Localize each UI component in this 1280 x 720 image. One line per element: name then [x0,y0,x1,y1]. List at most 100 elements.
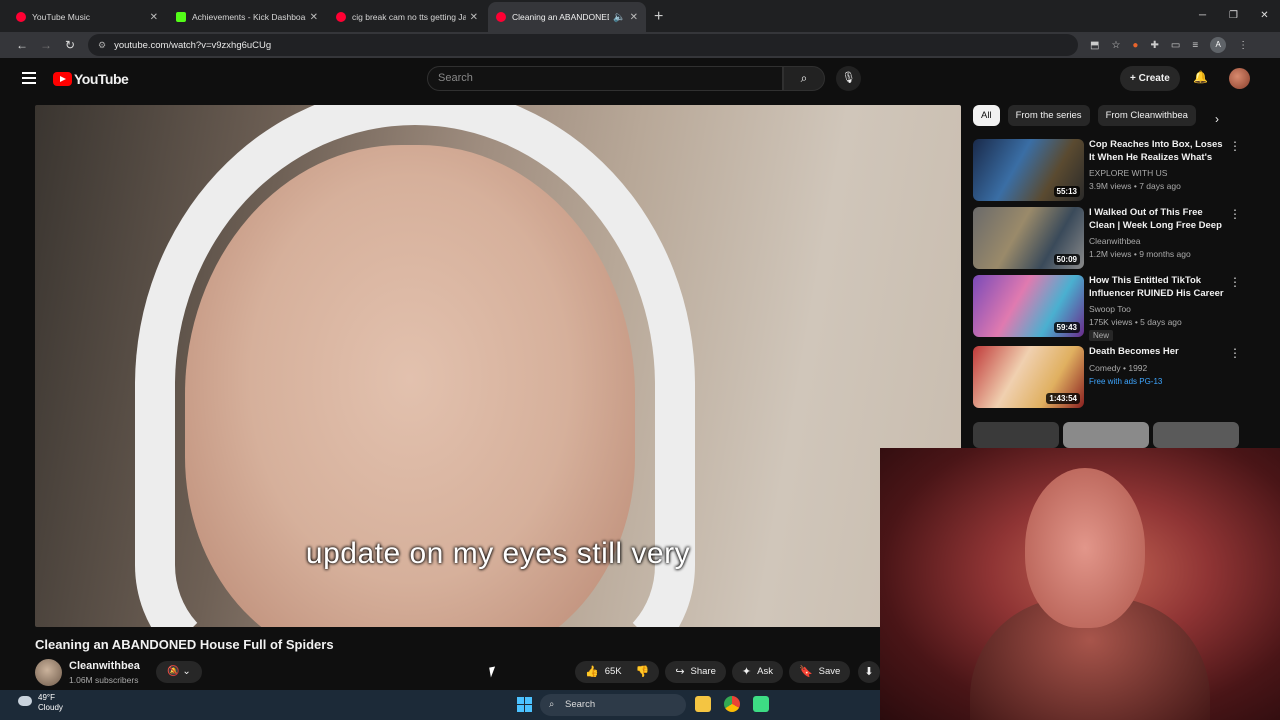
thumbs-up-icon: 👍 [585,666,599,678]
video-player[interactable]: update on my eyes still very [35,105,961,627]
more-options-icon[interactable]: ⋮ [1229,346,1241,360]
more-options-icon[interactable]: ⋮ [1229,207,1241,221]
recommendation-title: Cop Reaches Into Box, Loses It When He R… [1089,139,1223,165]
search-icon[interactable]: ⌕ [783,66,825,91]
new-badge: New [1089,330,1114,341]
file-explorer-icon[interactable] [695,696,711,712]
chip-from-series[interactable]: From the series [1007,105,1090,126]
save-label: Save [818,666,841,677]
movie-thumbnail[interactable]: 1:43:54 [973,346,1084,408]
subscription-bell-button[interactable]: 🔕 ⌄ [156,661,202,683]
create-label: Create [1138,73,1170,84]
browser-tab[interactable]: cig break cam no tts getting Ja ✕ [328,2,486,32]
chip-from-channel[interactable]: From Cleanwithbea [1097,105,1196,126]
weather-condition: Cloudy [38,703,63,712]
menu-icon[interactable] [22,72,36,87]
short-thumbnail[interactable] [1153,422,1239,448]
recommendation-channel: Cleanwithbea [1089,236,1141,246]
subscriber-count: 1.06M subscribers [69,675,139,685]
chrome-icon[interactable] [724,696,740,712]
url-text: youtube.com/watch?v=v9zxhg6uCUg [114,39,272,51]
channel-name[interactable]: Cleanwithbea [69,660,140,672]
extension-icon[interactable]: ● [1132,40,1138,51]
close-window-icon[interactable]: ✕ [1249,0,1280,32]
temperature: 49°F [38,693,55,702]
chip-all[interactable]: All [973,105,1000,126]
youtube-favicon-icon [336,12,346,22]
share-button[interactable]: ↪ Share [665,661,726,683]
webcam-person-face [1025,468,1145,628]
browser-tab[interactable]: YouTube Music ✕ [8,2,166,32]
thumbs-down-icon[interactable]: 👎 [636,661,650,683]
taskbar-search[interactable]: ⌕ Search [540,694,686,716]
maximize-icon[interactable]: ❐ [1218,0,1249,32]
more-options-icon[interactable]: ⋮ [1229,139,1241,153]
like-button[interactable]: 👍 65K 👎 [575,661,660,683]
tab-close-icon[interactable]: ✕ [310,12,318,23]
create-button[interactable]: + Create [1120,66,1180,91]
speaker-icon[interactable]: 🔈 [613,12,625,23]
recommendation-item[interactable]: 55:13 Cop Reaches Into Box, Loses It Whe… [973,139,1263,203]
more-options-icon[interactable]: ⋮ [1229,275,1241,289]
youtube-music-favicon-icon [16,12,26,22]
browser-tab-bar: YouTube Music ✕ Achievements - Kick Dash… [0,0,1280,32]
webcam-overlay [880,448,1280,720]
youtube-header: YouTube Search ⌕ 🎙 + Create 🔔 [0,58,1280,102]
kick-favicon-icon [176,12,186,22]
logo-text: YouTube [74,71,129,87]
extension-toolbar: ⬒ ☆ ● ✚ ▭ ≡ A ⋮ [1090,37,1248,53]
reload-icon[interactable]: ↻ [58,38,82,52]
forward-icon[interactable]: → [34,38,58,52]
install-app-icon[interactable]: ⬒ [1090,40,1099,51]
recommendation-item[interactable]: 1:43:54 Death Becomes Her Comedy • 1992 … [973,346,1263,410]
profile-avatar[interactable]: A [1210,37,1227,53]
search-input[interactable]: Search [427,66,783,91]
browser-tab[interactable]: Achievements - Kick Dashboard ✕ [168,2,326,32]
minimize-icon[interactable]: ─ [1187,0,1218,32]
back-icon[interactable]: ← [10,38,34,52]
url-input[interactable]: ⚙ youtube.com/watch?v=v9zxhg6uCUg [88,34,1078,56]
recommendation-item[interactable]: 59:43 How This Entitled TikTok Influence… [973,275,1263,341]
app-icon[interactable] [753,696,769,712]
search-icon: ⌕ [549,699,555,710]
like-count: 65K [604,666,622,677]
new-tab-icon[interactable]: + [654,8,663,26]
site-info-icon[interactable]: ⚙ [98,40,106,51]
recommendation-item[interactable]: 50:09 I Walked Out of This Free Clean | … [973,207,1263,271]
video-actions: 👍 65K 👎 ↪ Share ✦ Ask 🔖 Save [575,661,851,683]
browser-menu-icon[interactable]: ⋮ [1238,40,1248,51]
recommendation-channel: Comedy • 1992 [1089,363,1148,373]
video-thumbnail[interactable]: 55:13 [973,139,1084,201]
browser-tab-active[interactable]: Cleaning an ABANDONED 🔈 ✕ [488,2,646,32]
video-thumbnail[interactable]: 50:09 [973,207,1084,269]
chevron-right-icon[interactable]: › [1215,112,1219,126]
user-avatar[interactable] [1229,68,1250,89]
short-thumbnail[interactable] [973,422,1059,448]
short-thumbnail[interactable] [1063,422,1149,448]
duration: 50:09 [1053,254,1080,265]
free-with-ads-label: Free with ads PG-13 [1089,377,1163,386]
tab-close-icon[interactable]: ✕ [630,12,638,23]
download-icon[interactable]: ⬇ [858,661,880,683]
tab-close-icon[interactable]: ✕ [150,12,158,23]
ask-button[interactable]: ✦ Ask [731,661,783,683]
media-icon[interactable]: ≡ [1192,40,1198,51]
windows-start-icon[interactable] [517,697,532,712]
side-panel-icon[interactable]: ▭ [1171,40,1180,51]
taskbar-search-label: Search [565,699,596,710]
tab-close-icon[interactable]: ✕ [470,12,478,23]
bookmark-star-icon[interactable]: ☆ [1111,40,1120,51]
video-thumbnail[interactable]: 59:43 [973,275,1084,337]
microphone-icon[interactable]: 🎙 [836,66,861,91]
youtube-logo[interactable]: YouTube [53,71,129,87]
video-caption: update on my eyes still very [305,537,691,570]
weather-widget[interactable]: 49°F Cloudy [18,693,63,713]
shorts-row [973,422,1263,448]
channel-avatar[interactable] [35,659,62,686]
notifications-bell-icon[interactable]: 🔔 [1193,70,1208,84]
recommendation-meta: 175K views • 5 days ago [1089,317,1182,327]
puzzle-icon[interactable]: ✚ [1150,40,1158,51]
window-controls: ─ ❐ ✕ [1187,0,1280,32]
save-button[interactable]: 🔖 Save [788,661,851,683]
cloud-icon [18,696,32,706]
